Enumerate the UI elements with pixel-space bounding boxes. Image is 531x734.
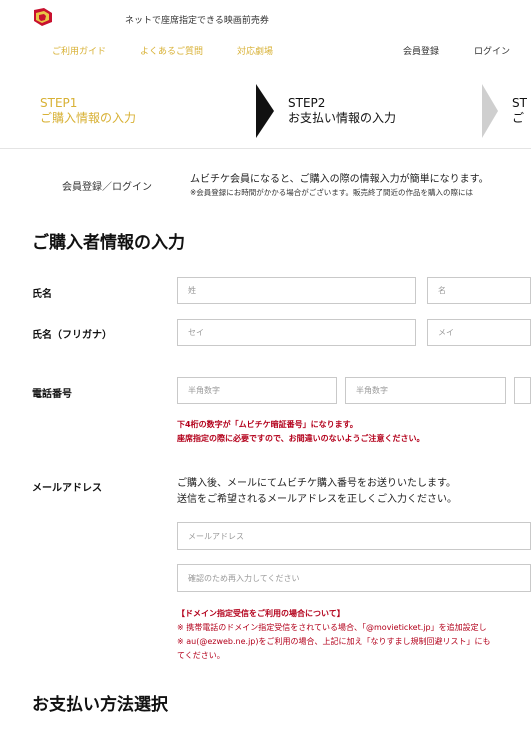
last-name-input[interactable] (177, 277, 416, 304)
step-2-title: STEP2 (288, 96, 326, 110)
email-confirm-input[interactable] (177, 564, 531, 592)
domain-note-2: ※ au(@ezweb.ne.jp)をご利用の場合、上記に加え「なりすまし規制回… (177, 637, 491, 646)
email-desc-2: 送信をご希望されるメールアドレスを正しくご入力ください。 (177, 494, 457, 505)
email-desc-1: ご購入後、メールにてムビチケ購入番号をお送りいたします。 (177, 478, 456, 489)
nav-guide-link[interactable]: ご利用ガイド (52, 44, 106, 57)
phone-input-1[interactable] (177, 377, 337, 404)
step-1: STEP1 ご購入情報の入力 (40, 96, 136, 126)
phone-input-3[interactable] (514, 377, 531, 404)
domain-title: 【ドメイン指定受信をご利用の場合について】 (177, 609, 345, 618)
nav-login-link[interactable]: ログイン (474, 44, 510, 57)
step-1-subtitle: ご購入情報の入力 (40, 111, 137, 125)
movieticket-logo-icon[interactable] (32, 6, 54, 28)
member-login-link[interactable]: 会員登録／ログイン (62, 178, 152, 193)
email-input[interactable] (177, 522, 531, 550)
step-1-title: STEP1 (40, 96, 78, 110)
site-tagline: ネットで座席指定できる映画前売券 (125, 16, 269, 26)
last-name-kana-input[interactable] (177, 319, 416, 346)
name-label: 氏名 (32, 289, 52, 300)
phone-input-2[interactable] (345, 377, 506, 404)
phone-note-1: 下4桁の数字が「ムビチケ暗証番号」になります。 (177, 420, 358, 429)
step-3: ST ご (512, 96, 527, 126)
step-arrow-inactive-icon (482, 84, 498, 138)
email-label: メールアドレス (32, 483, 102, 494)
step-arrow-active-icon (256, 84, 274, 138)
nav-faq-link[interactable]: よくあるご質問 (140, 44, 203, 57)
step-2: STEP2 お支払い情報の入力 (288, 96, 396, 126)
domain-note-3: てください。 (177, 651, 225, 660)
nav-theaters-link[interactable]: 対応劇場 (237, 44, 273, 57)
domain-note-1: ※ 携帯電話のドメイン指定受信をされている場合、「@movieticket.jp… (177, 623, 487, 632)
phone-note-2: 座席指定の際に必要ですので、お間違いのないようご注意ください。 (177, 434, 425, 443)
step-2-subtitle: お支払い情報の入力 (288, 111, 397, 125)
step-3-title: ST (512, 96, 527, 110)
purchaser-heading: ご購入者情報の入力 (32, 233, 185, 253)
first-name-kana-input[interactable] (427, 319, 531, 346)
login-message: ムビチケ会員になると、ご購入の際の情報入力が簡単になります。 (190, 174, 489, 185)
step-3-subtitle: ご (512, 111, 525, 125)
steps-divider (0, 148, 531, 149)
phone-label: 電話番号 (32, 389, 72, 400)
login-note: ※会員登録にお時間がかかる場合がございます。販売終了間近の作品を購入の際には (190, 188, 474, 197)
first-name-input[interactable] (427, 277, 531, 304)
nav-register-link[interactable]: 会員登録 (403, 44, 439, 57)
payment-heading: お支払い方法選択 (32, 695, 168, 715)
kana-label: 氏名（フリガナ） (32, 330, 112, 341)
